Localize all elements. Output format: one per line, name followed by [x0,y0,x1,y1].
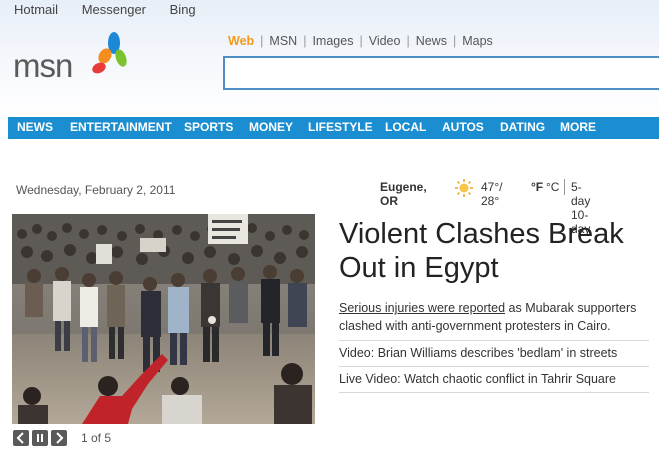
nav-money[interactable]: MONEY [249,120,293,134]
msn-logo[interactable]: msn [13,32,133,87]
related-link-video-bedlam[interactable]: Video: Brian Williams describes 'bedlam'… [339,346,617,360]
butterfly-icon [92,32,127,74]
tab-news[interactable]: News [416,34,447,48]
bing-link[interactable]: Bing [170,2,196,17]
top-links: Hotmail Messenger Bing [14,2,216,17]
tab-msn[interactable]: MSN [269,34,297,48]
pause-icon [37,434,43,442]
nav-more[interactable]: MORE [560,120,596,134]
tab-video[interactable]: Video [369,34,401,48]
tab-web[interactable]: Web [228,34,254,48]
chevron-right-icon [56,432,64,444]
logo-text: msn [13,47,73,84]
related-link-live-video[interactable]: Live Video: Watch chaotic conflict in Ta… [339,372,616,386]
summary-link[interactable]: Serious injuries were reported [339,301,505,315]
divider [339,366,649,367]
weather-temps: 47°/ 28° [481,180,503,208]
story-photo[interactable] [12,214,315,424]
next-button[interactable] [51,430,67,446]
story-summary: Serious injuries were reported as Mubara… [339,299,654,335]
tab-maps[interactable]: Maps [462,34,493,48]
slide-counter: 1 of 5 [81,431,112,445]
messenger-link[interactable]: Messenger [82,2,146,17]
current-date: Wednesday, February 2, 2011 [16,183,176,197]
chevron-left-icon [16,432,24,444]
tab-images[interactable]: Images [312,34,353,48]
nav-autos[interactable]: AUTOS [442,120,484,134]
search-tabs: Web | MSN | Images | Video | News | Maps [228,34,493,48]
pause-button[interactable] [32,430,48,446]
nav-dating[interactable]: DATING [500,120,545,134]
search-input[interactable] [223,56,659,90]
nav-local[interactable]: LOCAL [385,120,426,134]
divider [339,340,649,341]
nav-sports[interactable]: SPORTS [184,120,233,134]
weather-divider [564,179,565,195]
weather-location[interactable]: Eugene, OR [380,180,427,208]
sun-icon [455,179,473,197]
nav-news[interactable]: NEWS [17,120,53,134]
divider [339,392,649,393]
fahrenheit-toggle[interactable]: °F [531,180,543,194]
hotmail-link[interactable]: Hotmail [14,2,58,17]
nav-lifestyle[interactable]: LIFESTYLE [308,120,373,134]
story-headline[interactable]: Violent Clashes Break Out in Egypt [339,217,649,285]
main-nav: NEWS ENTERTAINMENT SPORTS MONEY LIFESTYL… [8,117,659,139]
nav-entertainment[interactable]: ENTERTAINMENT [70,120,172,134]
previous-button[interactable] [13,430,29,446]
protest-crowd-image [12,214,315,424]
celsius-toggle[interactable]: °C [546,180,559,194]
